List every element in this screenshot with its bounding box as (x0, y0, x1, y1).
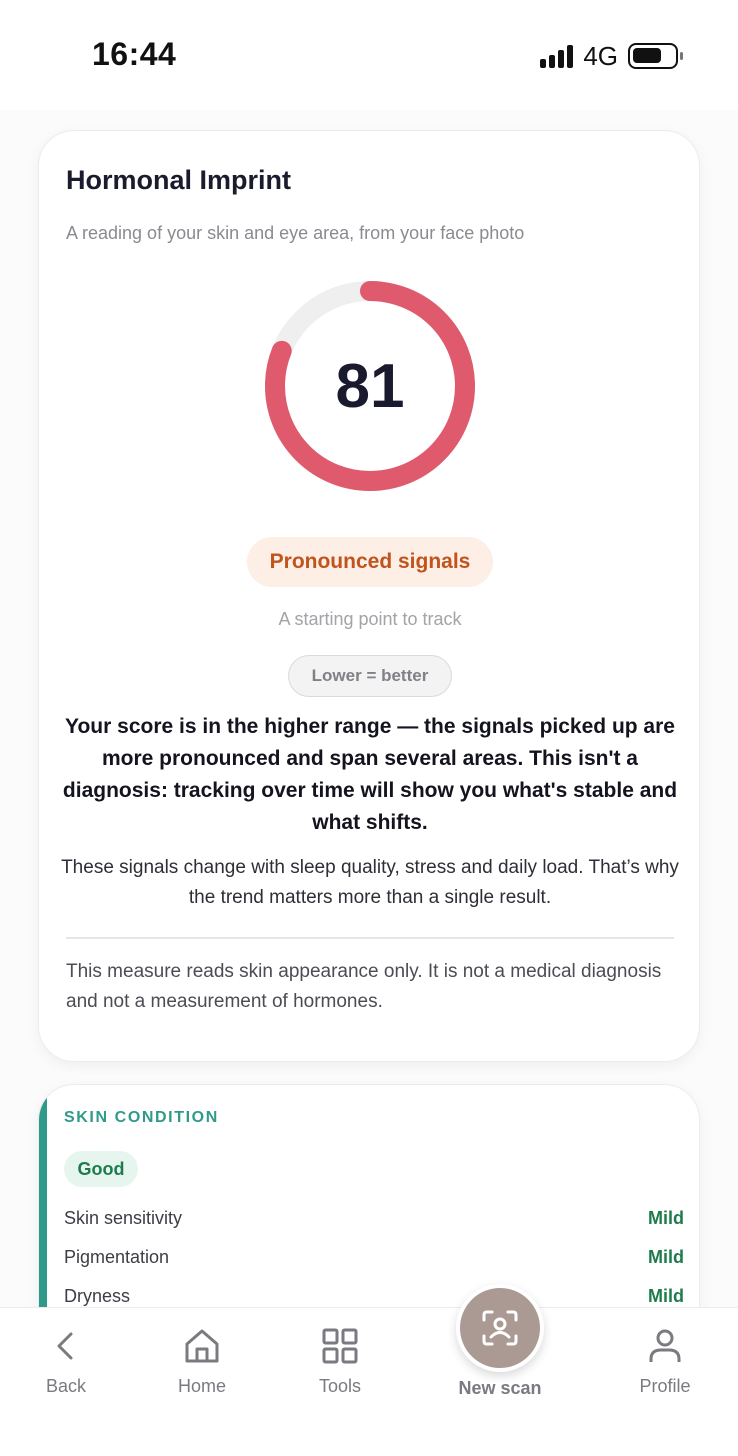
nav-back-button[interactable]: Back (30, 1308, 102, 1418)
status-time: 16:44 (92, 36, 177, 72)
metric-row: Pigmentation Mild (64, 1242, 684, 1272)
user-icon (645, 1326, 685, 1366)
new-scan-button[interactable]: New scan (450, 1284, 550, 1424)
chevron-left-icon (46, 1326, 86, 1366)
metric-row: Skin sensitivity Mild (64, 1203, 684, 1233)
nav-tools-label: Tools (318, 1376, 362, 1396)
grid-icon (320, 1326, 360, 1366)
medical-disclaimer: This measure reads skin appearance only.… (66, 961, 662, 1012)
nav-home-button[interactable]: Home (162, 1308, 242, 1418)
skin-condition-title: SKIN CONDITION (64, 1109, 219, 1126)
nav-tools-button[interactable]: Tools (300, 1308, 380, 1418)
nav-profile-button[interactable]: Profile (626, 1308, 704, 1418)
card-subtitle: A reading of your skin and eye area, fro… (66, 223, 525, 243)
divider (66, 937, 674, 939)
status-bar: 16:44 4G (0, 0, 738, 110)
signal-status-badge: Pronounced signals (247, 537, 493, 587)
face-scan-icon (456, 1284, 544, 1372)
metric-value: Mild (648, 1285, 684, 1306)
score-value: 81 (335, 351, 405, 421)
metric-label: Dryness (64, 1285, 131, 1306)
nav-home-label: Home (177, 1376, 226, 1396)
skin-condition-status-badge: Good (64, 1151, 138, 1187)
skin-condition-card[interactable]: SKIN CONDITION Good Skin sensitivity Mil… (38, 1084, 700, 1344)
metric-value: Mild (648, 1246, 684, 1267)
nav-profile-label: Profile (639, 1376, 691, 1396)
metric-value: Mild (648, 1207, 684, 1228)
home-icon (182, 1326, 222, 1366)
score-summary: Your score is in the higher range — the … (62, 715, 678, 834)
score-detail: These signals change with sleep quality,… (61, 857, 679, 908)
new-scan-label: New scan (458, 1378, 542, 1398)
score-ring: 81 (263, 279, 477, 493)
status-indicators: 4G (540, 40, 683, 72)
metric-label: Pigmentation (64, 1246, 170, 1267)
status-note: A starting point to track (278, 609, 462, 629)
network-type: 4G (583, 40, 618, 71)
metric-label: Skin sensitivity (64, 1207, 183, 1228)
battery-icon (628, 43, 683, 69)
signal-icon (540, 44, 574, 68)
bottom-nav: Back Home Tools New scan Profile (0, 1284, 738, 1456)
card-title: Hormonal Imprint (66, 165, 292, 195)
direction-badge: Lower = better (288, 655, 452, 697)
nav-back-label: Back (45, 1376, 87, 1396)
hormonal-imprint-card: Hormonal Imprint A reading of your skin … (38, 130, 700, 1062)
